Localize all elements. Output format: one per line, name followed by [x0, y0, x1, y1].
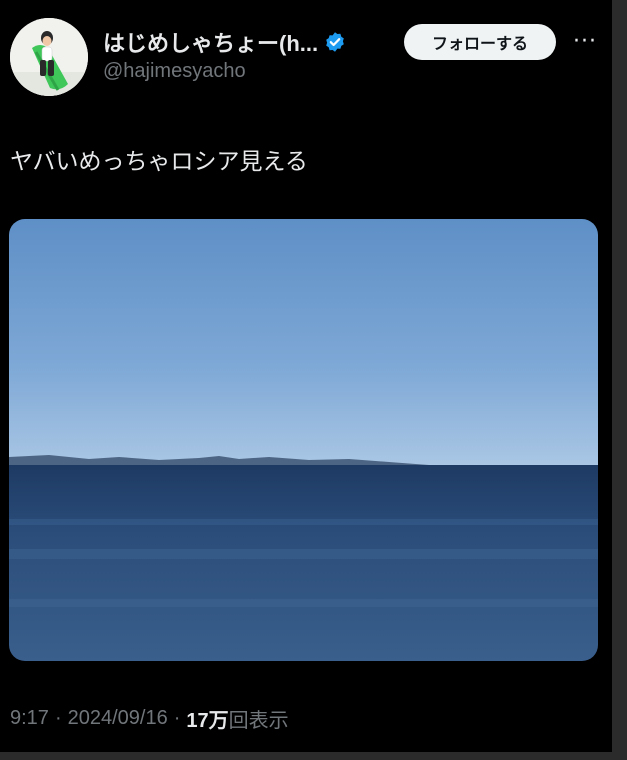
tweet-time[interactable]: 9:17 [10, 707, 49, 730]
tweet-meta: 9:17 · 2024/09/16 · 17万 回表示 [10, 704, 289, 732]
sea-horizon-image [9, 219, 598, 661]
views-label: 回表示 [228, 709, 289, 732]
author-handle[interactable]: @hajimesyacho [103, 60, 246, 83]
tweet-text: ヤバいめっちゃロシア見える [10, 149, 308, 175]
follow-button[interactable]: フォローする [404, 24, 556, 60]
window-frame-right [612, 0, 627, 760]
more-options-icon[interactable]: ··· [568, 26, 602, 56]
verified-badge-icon [326, 32, 344, 52]
meta-separator: · [173, 706, 181, 729]
window-frame-bottom [0, 752, 627, 760]
views-count: 17万 [186, 709, 229, 732]
avatar-image [10, 18, 88, 96]
meta-separator: · [54, 706, 62, 729]
author-display-name[interactable]: はじめしゃちょー(h... [103, 26, 318, 58]
tweet-date[interactable]: 2024/09/16 [68, 707, 168, 730]
tweet-photo[interactable] [9, 219, 598, 661]
author-name-row[interactable]: はじめしゃちょー(h... [103, 26, 346, 58]
avatar[interactable] [10, 18, 88, 96]
